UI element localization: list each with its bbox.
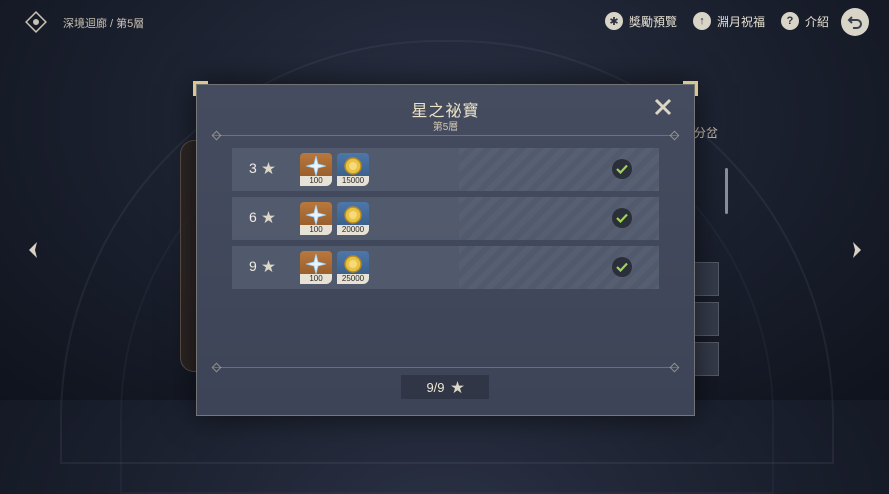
mora-reward[interactable]: 20000 <box>337 202 369 235</box>
breadcrumb: 深境迴廊 / 第5層 <box>63 18 145 30</box>
divider <box>213 135 678 136</box>
star-rewards-modal: 星之祕寶 第5層 3 100 15000 6 100 20000 9 100 2… <box>193 81 698 416</box>
reward-quantity: 15000 <box>337 176 369 186</box>
mora-coin-icon <box>342 204 364 226</box>
star-icon <box>261 259 275 272</box>
reward-quantity: 20000 <box>337 225 369 235</box>
corner-ornament <box>683 81 698 96</box>
star-progress-badge: 9/9 <box>401 375 489 399</box>
star-icon <box>450 380 464 393</box>
mora-reward[interactable]: 25000 <box>337 251 369 284</box>
next-floor-arrow-icon[interactable] <box>848 240 864 260</box>
reward-quantity: 100 <box>300 225 332 235</box>
background-scrollbar <box>725 168 728 214</box>
previous-floor-arrow-icon[interactable] <box>26 240 42 260</box>
modal-subtitle: 第5層 <box>432 122 459 133</box>
divider <box>213 367 678 368</box>
star-requirement: 9 <box>249 258 275 274</box>
reward-quantity: 100 <box>300 274 332 284</box>
reward-quantity: 25000 <box>337 274 369 284</box>
primogem-reward[interactable]: 100 <box>300 153 332 186</box>
primogem-icon <box>305 253 327 275</box>
primogem-reward[interactable]: 100 <box>300 202 332 235</box>
primogem-icon <box>305 204 327 226</box>
corner-ornament <box>193 81 208 96</box>
claimed-check-icon <box>612 208 632 228</box>
claimed-check-icon <box>612 257 632 277</box>
reward-row: 3 100 15000 <box>232 148 659 191</box>
primogem-reward[interactable]: 100 <box>300 251 332 284</box>
background-slot-3 <box>693 342 719 376</box>
top-actions: ✱ 獎勵預覽 ↑ 淵月祝福 ? 介紹 <box>604 12 829 30</box>
reward-row: 9 100 25000 <box>232 246 659 289</box>
reward-preview-button[interactable]: ✱ 獎勵預覽 <box>604 12 677 30</box>
mora-reward[interactable]: 15000 <box>337 153 369 186</box>
mora-coin-icon <box>342 253 364 275</box>
claimed-check-icon <box>612 159 632 179</box>
question-icon: ? <box>780 12 799 30</box>
reward-quantity: 100 <box>300 176 332 186</box>
blessing-button[interactable]: ↑ 淵月祝福 <box>692 12 765 30</box>
back-button[interactable] <box>841 8 869 36</box>
background-branch-label: 分岔 <box>694 126 719 140</box>
primogem-icon <box>305 155 327 177</box>
star-requirement: 6 <box>249 209 275 225</box>
close-button[interactable] <box>653 97 673 117</box>
star-icon <box>261 210 275 223</box>
star-badge-icon: ✱ <box>604 12 623 30</box>
star-icon <box>261 161 275 174</box>
star-requirement: 3 <box>249 160 275 176</box>
introduction-button[interactable]: ? 介紹 <box>780 12 829 30</box>
top-bar: 深境迴廊 / 第5層 ✱ 獎勵預覽 ↑ 淵月祝福 ? 介紹 <box>0 0 889 44</box>
abyss-emblem-icon <box>24 10 48 34</box>
back-arrow-icon <box>847 16 862 29</box>
background-slot-2 <box>693 302 719 336</box>
background-slot-1 <box>693 262 719 296</box>
close-icon <box>654 98 672 116</box>
reward-row: 6 100 20000 <box>232 197 659 240</box>
upload-arrow-icon: ↑ <box>692 12 711 30</box>
mora-coin-icon <box>342 155 364 177</box>
